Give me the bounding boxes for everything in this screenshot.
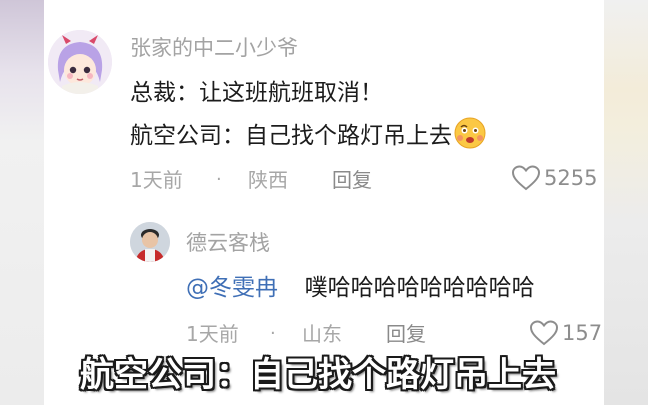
reply-username[interactable]: 德云客栈 bbox=[186, 230, 270, 256]
comment-time: 1天前 bbox=[130, 168, 183, 192]
heart-outline-icon bbox=[512, 165, 540, 191]
reply-like-count: 157 bbox=[562, 321, 603, 345]
avatar[interactable] bbox=[48, 30, 112, 94]
comment-like-button[interactable]: 5255 bbox=[512, 165, 597, 191]
left-blur-edge bbox=[0, 0, 44, 405]
dizzy-face-emoji-icon bbox=[454, 117, 486, 157]
reply-text: @冬雯冉 噗哈哈哈哈哈哈哈哈哈 bbox=[186, 273, 535, 303]
reply-like-button[interactable]: 157 bbox=[530, 320, 602, 346]
comment-reply-button[interactable]: 回复 bbox=[332, 167, 372, 193]
reply-avatar[interactable] bbox=[130, 222, 170, 262]
anime-girl-avatar-icon bbox=[48, 30, 112, 94]
comment-text-line-2: 航空公司：自己找个路灯吊上去 bbox=[130, 117, 486, 157]
comment-meta-separator: · bbox=[216, 169, 222, 190]
comment-username[interactable]: 张家的中二小少爷 bbox=[130, 35, 298, 61]
heart-outline-icon bbox=[530, 320, 558, 346]
reply-text-body: 噗哈哈哈哈哈哈哈哈哈 bbox=[304, 275, 535, 301]
reply-mention-link[interactable]: @冬雯冉 bbox=[186, 275, 278, 301]
reply-reply-button[interactable]: 回复 bbox=[386, 321, 426, 347]
reply-time: 1天前 bbox=[186, 322, 239, 346]
comment-text-line-1: 总裁：让这班航班取消！ bbox=[130, 80, 383, 106]
comment-panel: 张家的中二小少爷 总裁：让这班航班取消！ 航空公司：自己找个路灯吊上去 1天前 … bbox=[44, 0, 604, 405]
right-blur-edge bbox=[604, 0, 648, 405]
reply-meta-separator: · bbox=[270, 323, 276, 344]
video-subtitle: 航空公司：自己找个路灯吊上去 bbox=[80, 355, 556, 395]
comment-location: 陕西 bbox=[248, 168, 288, 192]
person-photo-avatar-icon bbox=[130, 222, 170, 262]
reply-location: 山东 bbox=[302, 322, 342, 346]
comment-like-count: 5255 bbox=[544, 166, 598, 190]
comment-text-line-2-text: 航空公司：自己找个路灯吊上去 bbox=[130, 123, 452, 149]
